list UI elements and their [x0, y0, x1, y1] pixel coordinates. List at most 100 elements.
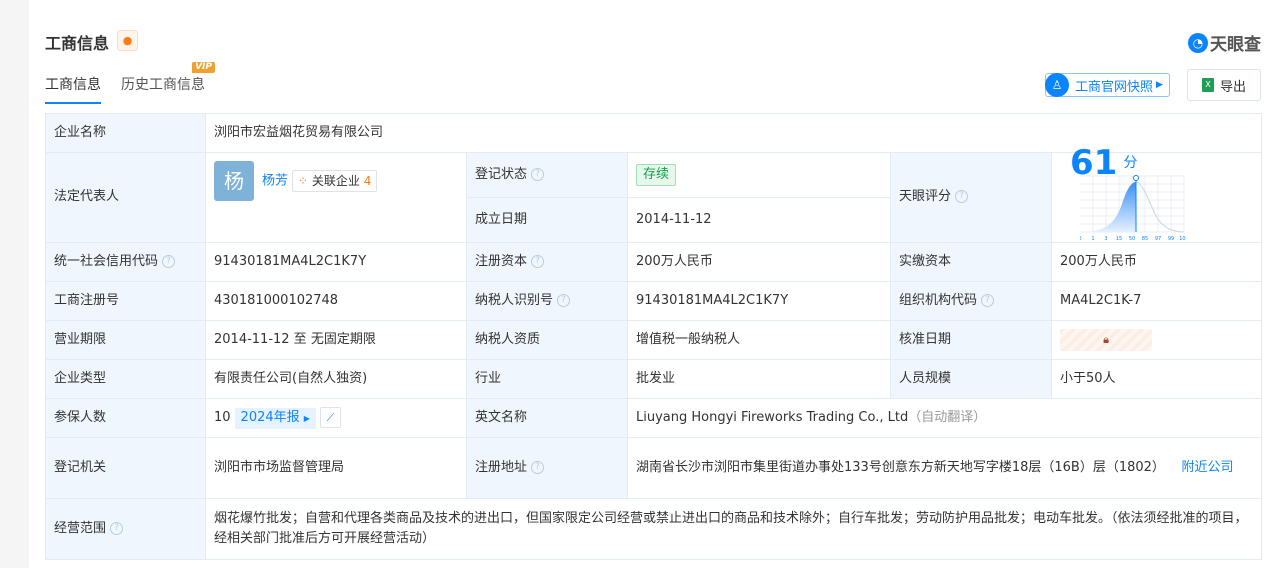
authority-value: 浏阳市市场监督管理局: [205, 436, 467, 499]
help-icon[interactable]: ?: [110, 521, 124, 535]
official-snapshot-button[interactable]: ♙ 工商官网快照 ▶: [1045, 72, 1170, 97]
reg-capital-value: 200万人民币: [627, 241, 891, 282]
axis-tick-label: 15: [1116, 236, 1122, 242]
reg-capital-label: 注册资本?: [466, 241, 628, 282]
help-icon[interactable]: ?: [531, 167, 545, 181]
table-row: 企业类型 有限责任公司(自然人独资) 行业 批发业 人员规模 小于50人: [45, 358, 1262, 399]
related-label: 关联企业: [311, 173, 360, 188]
table-row: 营业期限 2014-11-12 至 无固定期限 纳税人资质 增值税一般纳税人 核…: [45, 319, 1262, 360]
english-name-text: Liuyang Hongyi Fireworks Trading Co., Lt…: [636, 409, 909, 425]
authority-label: 登记机关: [45, 436, 206, 499]
term-value: 2014-11-12 至 无固定期限: [205, 319, 467, 360]
score-axis: 0 1 3 15 50 85 97 99 100: [1078, 236, 1188, 242]
tab-business-info[interactable]: 工商信息: [45, 74, 101, 104]
brand-name: 天眼查: [1210, 35, 1261, 55]
score-distribution-chart: 0 1 3 15 50 85 97 99 100: [1078, 174, 1189, 242]
help-icon[interactable]: ?: [162, 254, 176, 268]
help-icon[interactable]: ?: [557, 293, 571, 307]
score-value[interactable]: 61分 0131550859799100: [1051, 146, 1262, 243]
table-row: 登记机关 浏阳市市场监督管理局 注册地址? 湖南省长沙市浏阳市集里街道办事处13…: [45, 436, 1262, 499]
help-icon[interactable]: ?: [531, 254, 545, 268]
insured-label: 参保人数: [45, 397, 206, 438]
label-text: 经营范围: [54, 520, 107, 536]
scope-label: 经营范围?: [45, 497, 206, 560]
related-count: 4: [363, 173, 372, 188]
label-text: 天眼评分: [899, 189, 952, 205]
vip-badge: VIP: [192, 62, 215, 73]
axis-tick-label: 100: [1179, 236, 1186, 242]
axis-tick-label: 3: [1104, 236, 1107, 242]
label-text: 注册资本: [475, 253, 528, 269]
related-companies-button[interactable]: ⁘ 关联企业 4: [292, 169, 378, 192]
snapshot-label: 工商官网快照: [1075, 79, 1154, 95]
insured-count: 10: [214, 409, 231, 425]
score-marker-pin: [1133, 174, 1139, 181]
annual-report-button[interactable]: 2024年报 ▶: [234, 407, 316, 429]
label-text: 注册地址: [475, 459, 528, 475]
reg-no-value: 430181000102748: [205, 280, 467, 321]
address-label: 注册地址?: [466, 436, 628, 499]
address-value: 湖南省长沙市浏阳市集里街道办事处133号创意东方新天地写字楼18层（16B）层（…: [627, 436, 1262, 499]
help-icon[interactable]: ?: [981, 293, 995, 307]
legal-rep-name-link[interactable]: 杨芳: [262, 174, 288, 189]
business-info-card: 工商信息 ● ◔ 天眼查 工商信息 历史工商信息 VIP ♙ 工商官网快照 ▶ X 导出 …: [29, 0, 1279, 568]
paid-capital-value: 200万人民币: [1051, 241, 1262, 282]
approve-date-value: 🔒︎: [1051, 319, 1262, 360]
staff-size-label: 人员规模: [890, 358, 1052, 399]
network-icon: ⁘: [298, 173, 309, 188]
axis-tick-label: 50: [1129, 236, 1135, 242]
founded-value: 2014-11-12: [627, 196, 891, 243]
table-row: 经营范围? 烟花爆竹批发；自营和代理各类商品及技术的进出口，但国家限定公司经营或…: [45, 497, 1262, 560]
industry-label: 行业: [466, 358, 628, 399]
help-icon[interactable]: ?: [531, 460, 545, 474]
english-name-label: 英文名称: [466, 397, 628, 438]
reg-no-label: 工商注册号: [45, 280, 206, 321]
approve-date-label: 核准日期: [890, 319, 1052, 360]
tab-label: 历史工商信息: [121, 77, 205, 93]
trend-chart-icon[interactable]: ⟋: [319, 406, 341, 428]
address-text: 湖南省长沙市浏阳市集里街道办事处133号创意东方新天地写字楼18层（16B）层（…: [636, 459, 1165, 475]
label-text: 登记状态: [475, 166, 528, 182]
credit-code-value: 91430181MA4L2C1K7Y: [205, 241, 467, 282]
stamp-icon: ♙: [1045, 72, 1069, 97]
business-info-table: 企业名称 浏阳市宏益烟花贸易有限公司 法定代表人 杨杨芳 ⁘ 关联企业 4 登记状…: [45, 113, 1262, 560]
scope-value: 烟花爆竹批发；自营和代理各类商品及技术的进出口，但国家限定公司经营或禁止进出口的…: [205, 497, 1262, 560]
legal-rep-label: 法定代表人: [45, 152, 206, 243]
help-icon[interactable]: ?: [955, 190, 969, 204]
caret-right-icon: ▶: [303, 413, 310, 423]
lock-icon[interactable]: 🔒︎: [1060, 328, 1152, 351]
taxpayer-type-label: 纳税人资质: [466, 319, 628, 360]
bell-icon[interactable]: ●: [117, 30, 138, 51]
credit-code-label: 统一社会信用代码?: [45, 241, 206, 282]
tab-history-business-info[interactable]: 历史工商信息 VIP: [121, 62, 215, 104]
company-type-value: 有限责任公司(自然人独资): [205, 358, 467, 399]
score-unit: 分: [1123, 155, 1138, 171]
axis-tick-label: 0: [1080, 236, 1082, 242]
company-name-label: 企业名称: [45, 113, 206, 153]
term-label: 营业期限: [45, 319, 206, 360]
export-button[interactable]: X 导出: [1187, 69, 1261, 101]
auto-translate-note: （自动翻译）: [908, 409, 987, 425]
caret-right-icon: ▶: [1156, 80, 1163, 90]
axis-tick-label: 97: [1155, 236, 1161, 242]
paid-capital-label: 实缴资本: [890, 241, 1052, 282]
legal-rep-value: 杨杨芳 ⁘ 关联企业 4: [205, 152, 467, 243]
export-label: 导出: [1219, 79, 1246, 95]
industry-value: 批发业: [627, 358, 891, 399]
table-row: 法定代表人 杨杨芳 ⁘ 关联企业 4 登记状态? 存续 天眼评分? 61 分 1…: [45, 146, 1262, 243]
axis-tick-label: 99: [1168, 236, 1174, 242]
tabs: 工商信息 历史工商信息 VIP: [45, 62, 215, 104]
staff-size-value: 小于50人: [1051, 358, 1262, 399]
org-code-value: MA4L2C1K-7: [1051, 280, 1262, 321]
founded-label: 成立日期: [466, 196, 628, 243]
taxpayer-type-value: 增值税一般纳税人: [627, 319, 891, 360]
taxpayer-id-label: 纳税人识别号?: [466, 280, 628, 321]
logo-icon: ◔: [1188, 32, 1208, 53]
axis-tick-label: 1: [1091, 236, 1094, 242]
table-row: 统一社会信用代码? 91430181MA4L2C1K7Y 注册资本? 200万人…: [45, 241, 1262, 282]
report-label: 2024年报: [240, 409, 300, 425]
nearby-companies-link[interactable]: 附近公司: [1181, 460, 1233, 475]
label-text: 统一社会信用代码: [54, 253, 159, 269]
label-text: 组织机构代码: [899, 292, 978, 308]
excel-icon: X: [1201, 78, 1214, 92]
